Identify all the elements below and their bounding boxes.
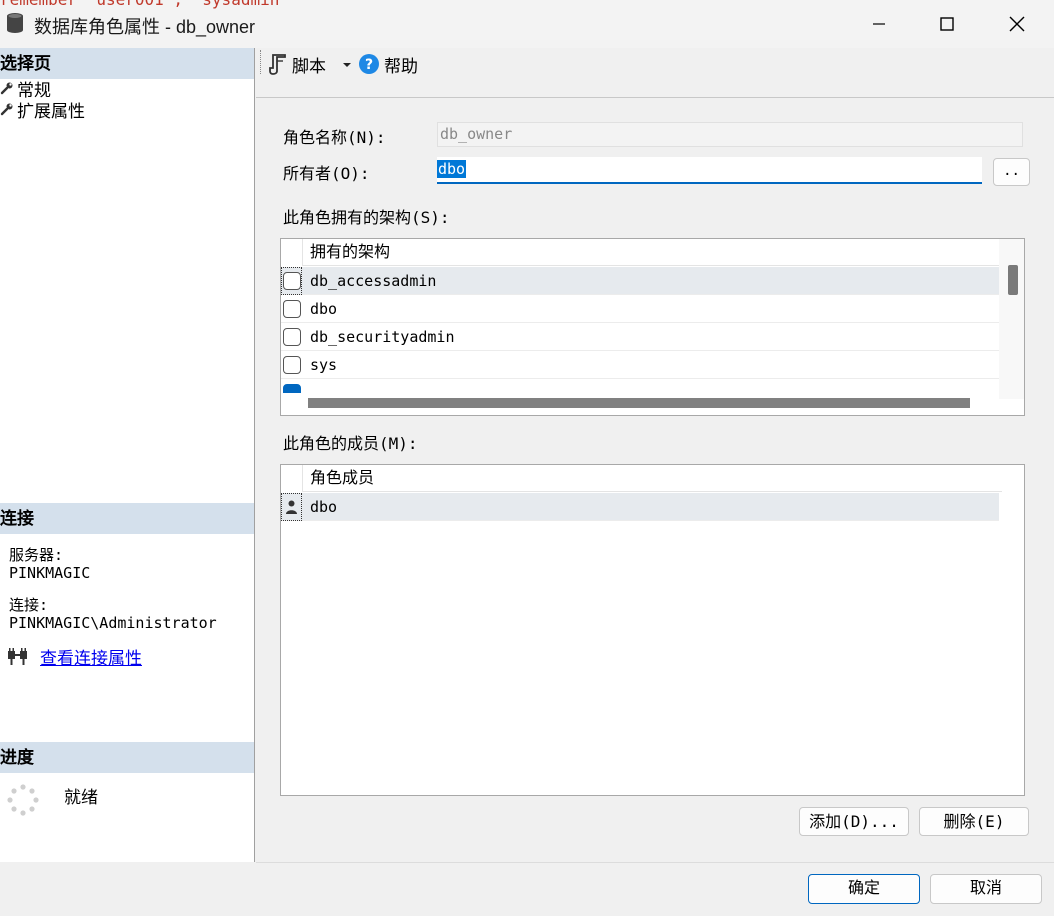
table-row[interactable]: dbo: [281, 493, 999, 521]
script-label: 脚本: [292, 56, 326, 76]
schema-name: dbo: [310, 299, 338, 318]
schema-checkbox[interactable]: [283, 272, 301, 290]
view-connection-properties-link[interactable]: 查看连接属性: [40, 644, 142, 669]
toolbar: 脚本 ? 帮助: [256, 48, 1054, 98]
schema-checkbox[interactable]: [283, 328, 301, 346]
add-member-button[interactable]: 添加(D)...: [799, 807, 909, 836]
table-row[interactable]: sys: [281, 351, 999, 379]
schema-name: db_accessadmin: [310, 271, 437, 290]
role-members-column-header: 角色成员: [302, 465, 1002, 492]
maximize-icon: [940, 17, 954, 31]
ok-button[interactable]: 确定: [808, 874, 920, 904]
window-title: 数据库角色属性 - db_owner: [34, 17, 256, 37]
help-button[interactable]: ? 帮助: [358, 51, 418, 77]
table-row[interactable]: db_accessadmin: [281, 267, 999, 295]
table-row[interactable]: dbo: [281, 295, 999, 323]
scrollbar-thumb[interactable]: [308, 398, 970, 408]
connection-label: 连接:: [9, 596, 49, 614]
role-name-label: 角色名称(N):: [283, 128, 386, 147]
role-members-label: 此角色的成员(M):: [283, 434, 418, 453]
owned-schemas-column-header: 拥有的架构: [302, 239, 1002, 266]
wrench-icon: [0, 82, 13, 95]
minimize-button[interactable]: [844, 0, 914, 48]
chevron-down-icon[interactable]: [342, 61, 352, 69]
plug-icon: [8, 648, 27, 665]
script-button[interactable]: 脚本: [268, 51, 326, 77]
close-button[interactable]: [982, 0, 1052, 48]
select-page-header: 选择页: [0, 48, 254, 79]
wrench-icon: [0, 103, 13, 116]
page-item-general[interactable]: 常规: [0, 78, 51, 100]
svg-text:?: ?: [365, 57, 373, 73]
owned-schemas-label: 此角色拥有的架构(S):: [283, 208, 450, 227]
connection-value: PINKMAGIC\Administrator: [9, 614, 217, 632]
role-members-grid[interactable]: 角色成员 dbo: [280, 464, 1025, 796]
schema-name: db_securityadmin: [310, 327, 455, 346]
progress-status: 就绪: [64, 788, 98, 807]
toolbar-grip: [260, 50, 261, 74]
schema-checkbox[interactable]: [283, 356, 301, 374]
user-icon: [286, 500, 297, 514]
member-name: dbo: [310, 497, 338, 516]
server-value: PINKMAGIC: [9, 564, 91, 582]
progress-header: 进度: [0, 742, 254, 773]
schema-checkbox[interactable]: [283, 300, 301, 318]
minimize-icon: [873, 23, 885, 25]
cancel-button[interactable]: 取消: [930, 874, 1042, 904]
vertical-scrollbar[interactable]: [999, 239, 1024, 399]
maximize-button[interactable]: [912, 0, 982, 48]
help-label: 帮助: [384, 56, 418, 76]
owner-label: 所有者(O):: [283, 164, 370, 183]
script-icon: [269, 54, 286, 75]
remove-member-button[interactable]: 删除(E): [919, 807, 1029, 836]
server-label: 服务器:: [9, 546, 64, 564]
page-item-extended-properties[interactable]: 扩展属性: [0, 99, 85, 121]
progress-spinner-icon: [7, 784, 39, 816]
close-icon: [1009, 16, 1025, 32]
page-item-label: 扩展属性: [17, 101, 85, 121]
table-row[interactable]: db_securityadmin: [281, 323, 999, 351]
owned-schemas-grid[interactable]: 拥有的架构 db_accessadmin dbo db_securityadmi…: [280, 238, 1025, 416]
connection-header: 连接: [0, 503, 254, 534]
scrollbar-thumb[interactable]: [1008, 265, 1018, 295]
help-icon: ?: [359, 54, 379, 74]
owner-field[interactable]: dbo: [437, 157, 982, 184]
owner-field-selected-text: dbo: [437, 160, 467, 178]
title-bar: remember user001 ; sysadmin 数据库角色属性 - db…: [0, 0, 1054, 48]
background-window-text: remember user001 ; sysadmin: [0, 0, 279, 9]
schema-name: sys: [310, 355, 338, 374]
role-name-field: db_owner: [437, 122, 1023, 147]
owner-browse-button[interactable]: ..: [993, 158, 1030, 186]
database-icon: [7, 13, 23, 33]
horizontal-scrollbar[interactable]: [281, 393, 999, 415]
left-panel: 选择页 常规 扩展属性 连接 服务器: PINKMAGIC 连接: PINKMA…: [0, 48, 255, 862]
